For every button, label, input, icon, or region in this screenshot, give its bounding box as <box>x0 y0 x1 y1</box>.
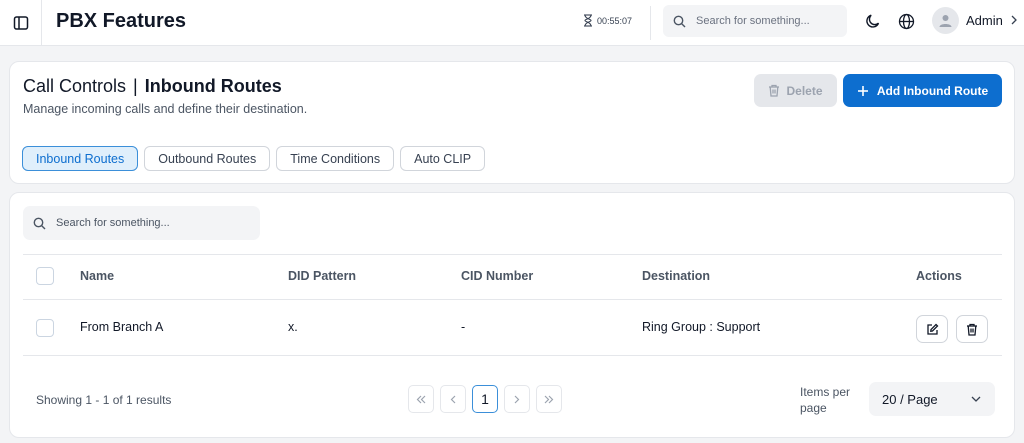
avatar <box>932 6 959 34</box>
row-checkbox[interactable] <box>36 319 54 337</box>
timer-value: 00:55:07 <box>597 15 633 26</box>
edit-icon <box>926 323 939 336</box>
search-icon <box>33 217 46 230</box>
cell-cid-number: - <box>461 320 466 334</box>
column-header-actions: Actions <box>916 269 962 283</box>
page-title: Inbound Routes <box>144 76 282 96</box>
app-title: PBX Features <box>56 10 187 32</box>
theme-toggle-button[interactable] <box>862 10 884 32</box>
chevrons-right-icon <box>544 395 554 404</box>
cell-name: From Branch A <box>80 320 164 334</box>
chevrons-left-icon <box>416 395 426 404</box>
tab-auto-clip[interactable]: Auto CLIP <box>400 146 486 171</box>
routes-table-card: Name DID Pattern CID Number Destination … <box>9 192 1015 438</box>
hourglass-icon <box>583 14 593 27</box>
search-icon <box>673 15 686 28</box>
select-all-checkbox[interactable] <box>36 267 54 285</box>
delete-button[interactable]: Delete <box>754 74 837 107</box>
breadcrumb-parent[interactable]: Call Controls <box>23 75 126 97</box>
page-header-card: Call Controls | Inbound Routes Manage in… <box>9 61 1015 184</box>
globe-icon <box>898 13 915 30</box>
tab-inbound-routes[interactable]: Inbound Routes <box>22 146 139 171</box>
pagination: 1 <box>408 385 562 413</box>
divider <box>23 299 1002 300</box>
page-number-button[interactable]: 1 <box>472 385 498 413</box>
column-header-name[interactable]: Name <box>80 269 114 283</box>
global-search[interactable] <box>663 5 847 37</box>
chevron-left-icon <box>450 395 456 404</box>
global-search-input[interactable] <box>696 15 836 27</box>
chevron-right-icon <box>514 395 520 404</box>
breadcrumb-separator: | <box>133 76 138 96</box>
add-label: Add Inbound Route <box>876 83 989 98</box>
edit-button[interactable] <box>916 315 948 343</box>
column-header-cid-number[interactable]: CID Number <box>461 269 533 283</box>
trash-icon <box>768 84 780 97</box>
breadcrumb: Call Controls | Inbound Routes <box>23 75 282 97</box>
user-menu[interactable]: Admin <box>932 6 1018 34</box>
cell-destination: Ring Group : Support <box>642 320 761 334</box>
cell-did-pattern: x. <box>288 320 298 334</box>
divider <box>650 6 651 40</box>
tab-bar: Inbound Routes Outbound Routes Time Cond… <box>22 146 486 171</box>
column-header-did-pattern[interactable]: DID Pattern <box>288 269 356 283</box>
user-name: Admin <box>966 12 1003 28</box>
language-button[interactable] <box>895 10 917 32</box>
items-per-page-label: Items per page <box>800 385 851 415</box>
top-bar: PBX Features 00:55:07 Admin <box>0 0 1024 46</box>
chevron-down-icon <box>971 396 981 402</box>
page-subtitle: Manage incoming calls and define their d… <box>23 102 308 116</box>
next-page-button[interactable] <box>504 385 530 413</box>
moon-icon <box>865 13 881 29</box>
add-inbound-route-button[interactable]: Add Inbound Route <box>843 74 1002 107</box>
table-search[interactable] <box>23 206 260 240</box>
items-per-page-value: 20 / Page <box>882 391 938 407</box>
sidebar-panel-icon <box>13 15 29 31</box>
column-header-destination[interactable]: Destination <box>642 269 710 283</box>
plus-icon <box>857 85 869 97</box>
results-summary: Showing 1 - 1 of 1 results <box>36 393 172 407</box>
divider <box>23 355 1002 356</box>
delete-row-button[interactable] <box>956 315 988 343</box>
items-per-page-select[interactable]: 20 / Page <box>869 382 995 416</box>
tab-outbound-routes[interactable]: Outbound Routes <box>144 146 271 171</box>
sidebar-toggle-button[interactable] <box>0 0 42 46</box>
delete-label: Delete <box>786 83 823 98</box>
previous-page-button[interactable] <box>440 385 466 413</box>
tab-time-conditions[interactable]: Time Conditions <box>276 146 395 171</box>
session-timer: 00:55:07 <box>583 14 632 27</box>
divider <box>23 254 1002 255</box>
first-page-button[interactable] <box>408 385 434 413</box>
table-search-input[interactable] <box>56 217 246 229</box>
last-page-button[interactable] <box>536 385 562 413</box>
trash-icon <box>966 323 978 336</box>
chevron-right-icon <box>1010 15 1018 25</box>
